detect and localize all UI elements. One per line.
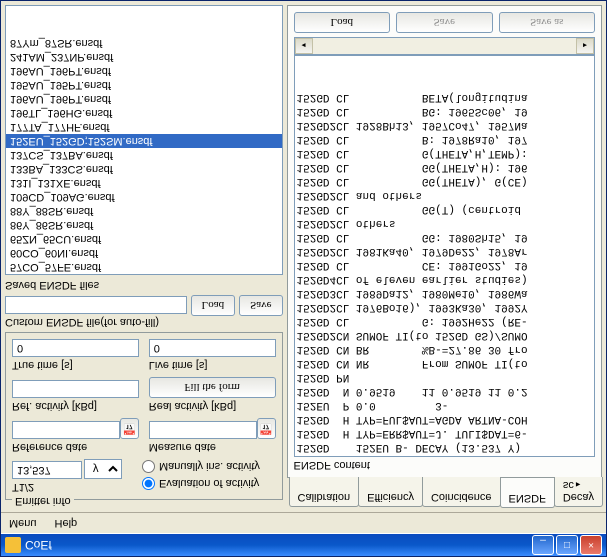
tab-ensdf[interactable]: ENSDF bbox=[500, 478, 555, 508]
tab-efficiency[interactable]: Efficiency bbox=[358, 477, 423, 507]
ensdf-line: 152GD2CL 1976Bo16), 1993Ka30, 1992Y bbox=[297, 300, 592, 314]
live-time-label: Live time [s] bbox=[149, 359, 276, 371]
list-item[interactable]: 57CO_57FE.ensdf bbox=[6, 260, 282, 274]
list-item[interactable]: 109CD_109AG.ensdf bbox=[6, 190, 282, 204]
halflife-unit-select[interactable]: y bbox=[84, 459, 122, 479]
menu-menu[interactable]: Menu bbox=[5, 515, 41, 531]
fill-form-button[interactable]: Fill the form bbox=[149, 377, 276, 398]
list-item[interactable]: 195AU_195PT.ensdf bbox=[6, 78, 282, 92]
ensdf-line: 152GD CL BG: 1965Sc06, 19 bbox=[297, 104, 592, 118]
custom-save-button[interactable]: Save bbox=[239, 295, 282, 316]
window-title: CoEf bbox=[25, 538, 52, 552]
close-button[interactable]: × bbox=[580, 535, 602, 555]
maximize-button[interactable]: □ bbox=[556, 535, 578, 555]
custom-file-input[interactable] bbox=[5, 297, 187, 315]
ensdf-line: 152GD CL B: 1978Ra10, 197 bbox=[297, 132, 592, 146]
custom-load-button[interactable]: Load bbox=[191, 295, 236, 316]
live-time-input[interactable] bbox=[149, 339, 276, 357]
app-icon bbox=[5, 537, 21, 553]
meas-date-label: Measure date bbox=[149, 441, 276, 453]
tab-calibration[interactable]: Calibration bbox=[289, 477, 360, 507]
ensdf-line: 152GD2CN SUMOF TI(to 152GD GS)/SUMO bbox=[297, 328, 592, 342]
halflife-label: T1/2 bbox=[12, 481, 132, 493]
list-item[interactable]: 152EU_152GD;152SM.ensdf bbox=[6, 134, 282, 148]
ref-date-input[interactable] bbox=[12, 421, 120, 439]
ref-activity-label: Ref. activity [kBq] bbox=[12, 400, 139, 412]
ensdf-line: 152GD CN NR From SUMOF TI(to bbox=[297, 356, 592, 370]
list-item[interactable]: 65ZN_65CU.ensdf bbox=[6, 232, 282, 246]
list-item[interactable]: 137CS_137BA.ensdf bbox=[6, 148, 282, 162]
ensdf-line: 152GD PN bbox=[297, 370, 592, 384]
ensdf-line: 152GD CL G: 1992He22 (RE- bbox=[297, 314, 592, 328]
ensdf-content-label: ENSDF content bbox=[294, 459, 595, 471]
ensdf-load-button[interactable]: Load bbox=[294, 12, 391, 33]
scroll-left-button[interactable]: ◂ bbox=[295, 38, 313, 54]
list-item[interactable]: 88Y_88SR.ensdf bbox=[6, 204, 282, 218]
tab-scroll-right-icon[interactable]: ▸ bbox=[576, 480, 581, 490]
true-time-label: True time [s] bbox=[12, 359, 139, 371]
ensdf-line: 152EU P 0.0 3- bbox=[297, 398, 592, 412]
ensdf-saveas-button[interactable]: Save as bbox=[499, 12, 596, 33]
meas-date-picker-button[interactable]: 📅 bbox=[257, 418, 276, 439]
ensdf-save-button[interactable]: Save bbox=[396, 12, 493, 33]
real-activity-label: Real activity [kBq] bbox=[149, 400, 276, 412]
ensdf-line: 152GD2CL 1981Ka40, 1979De22, 1978Ar bbox=[297, 244, 592, 258]
ensdf-line: 152GD3CL 1989Da12, 1980Me10, 1986Wa bbox=[297, 286, 592, 300]
ensdf-line: 152GD N 0.9519 11 0.9519 11 0.2 bbox=[297, 384, 592, 398]
ensdf-line: 152GD 152EU B- DECAY (13.537 Y) bbox=[297, 440, 592, 454]
ensdf-line: 152GD CL BETA(longitudina bbox=[297, 90, 592, 104]
list-item[interactable]: 177TA_177HF.ensdf bbox=[6, 120, 282, 134]
list-item[interactable]: 86Y_86SR.ensdf bbox=[6, 218, 282, 232]
minimize-button[interactable]: _ bbox=[532, 535, 554, 555]
list-item[interactable]: 60CO_60NI.ensdf bbox=[6, 246, 282, 260]
ensdf-line: 152GD CN BR %B-=27.86 30 fro bbox=[297, 342, 592, 356]
custom-file-label: Custom ENSDF file(for auto-fill) bbox=[5, 316, 283, 328]
scroll-right-button[interactable]: ▸ bbox=[576, 38, 594, 54]
menu-help[interactable]: Help bbox=[51, 515, 82, 531]
ensdf-textarea[interactable]: 152GD 152EU B- DECAY (13.537 Y)152GD H T… bbox=[294, 55, 595, 457]
ensdf-line: 152GD CL GG(THETA,H): 196 bbox=[297, 160, 592, 174]
ensdf-line: 152GD2CL and others bbox=[297, 188, 592, 202]
ref-activity-input[interactable] bbox=[12, 380, 139, 398]
saved-files-listbox[interactable]: 57CO_57FE.ensdf60CO_60NI.ensdf65ZN_65CU.… bbox=[5, 5, 283, 275]
ensdf-line: 152GD CL CE: 1991Go22, 19 bbox=[297, 258, 592, 272]
list-item[interactable]: 196AU_196PT.ensdf bbox=[6, 64, 282, 78]
list-item[interactable]: 196AU_196PT.ensdf bbox=[6, 92, 282, 106]
tab-decay[interactable]: Decay sc▸ bbox=[554, 477, 603, 507]
emitter-group-label: Emitter info bbox=[12, 495, 74, 507]
list-item[interactable]: 133BA_133CS.ensdf bbox=[6, 162, 282, 176]
ensdf-line: 152GD CL GG: 1980Sh15, 19 bbox=[297, 230, 592, 244]
ensdf-line: 152GD CL G(THETA,H,TEMP): bbox=[297, 146, 592, 160]
ensdf-line: 152GD2CL others bbox=[297, 216, 592, 230]
ensdf-line: 152GD CL GG(T) (centroid bbox=[297, 202, 592, 216]
ref-date-picker-button[interactable]: 📅 bbox=[120, 418, 139, 439]
radio-evaluation[interactable]: Evaluation of activity bbox=[142, 477, 276, 490]
ensdf-line: 152GD4CL of eleven earlier studies) bbox=[297, 272, 592, 286]
halflife-input[interactable] bbox=[12, 461, 82, 479]
radio-manual[interactable]: Manually ins. activity bbox=[142, 460, 276, 473]
list-item[interactable]: 241AM_237NP.ensdf bbox=[6, 50, 282, 64]
list-item[interactable]: 87Ym_87SR.ensdf bbox=[6, 36, 282, 50]
ensdf-line: 152GD2CL 1928Bh13, 1957Co47, 1957Na bbox=[297, 118, 592, 132]
tab-coincidence[interactable]: Coincidence bbox=[422, 477, 501, 507]
meas-date-input[interactable] bbox=[149, 421, 257, 439]
ensdf-line: 152GD H TYP=FUL$AUT=AGDA ARTNA-COH bbox=[297, 412, 592, 426]
ref-date-label: Reference date bbox=[12, 441, 139, 453]
ensdf-line: 152GD H TYP=ERR$AUT=J. TULI$DAT=6- bbox=[297, 426, 592, 440]
ensdf-line: 152GD CL GG(THETA), G(CE) bbox=[297, 174, 592, 188]
saved-files-label: Saved ENSDF files bbox=[5, 279, 283, 291]
list-item[interactable]: 131I_131XE.ensdf bbox=[6, 176, 282, 190]
list-item[interactable]: 196TL_196HG.ensdf bbox=[6, 106, 282, 120]
h-scrollbar[interactable]: ◂ ▸ bbox=[294, 37, 595, 55]
true-time-input[interactable] bbox=[12, 339, 139, 357]
